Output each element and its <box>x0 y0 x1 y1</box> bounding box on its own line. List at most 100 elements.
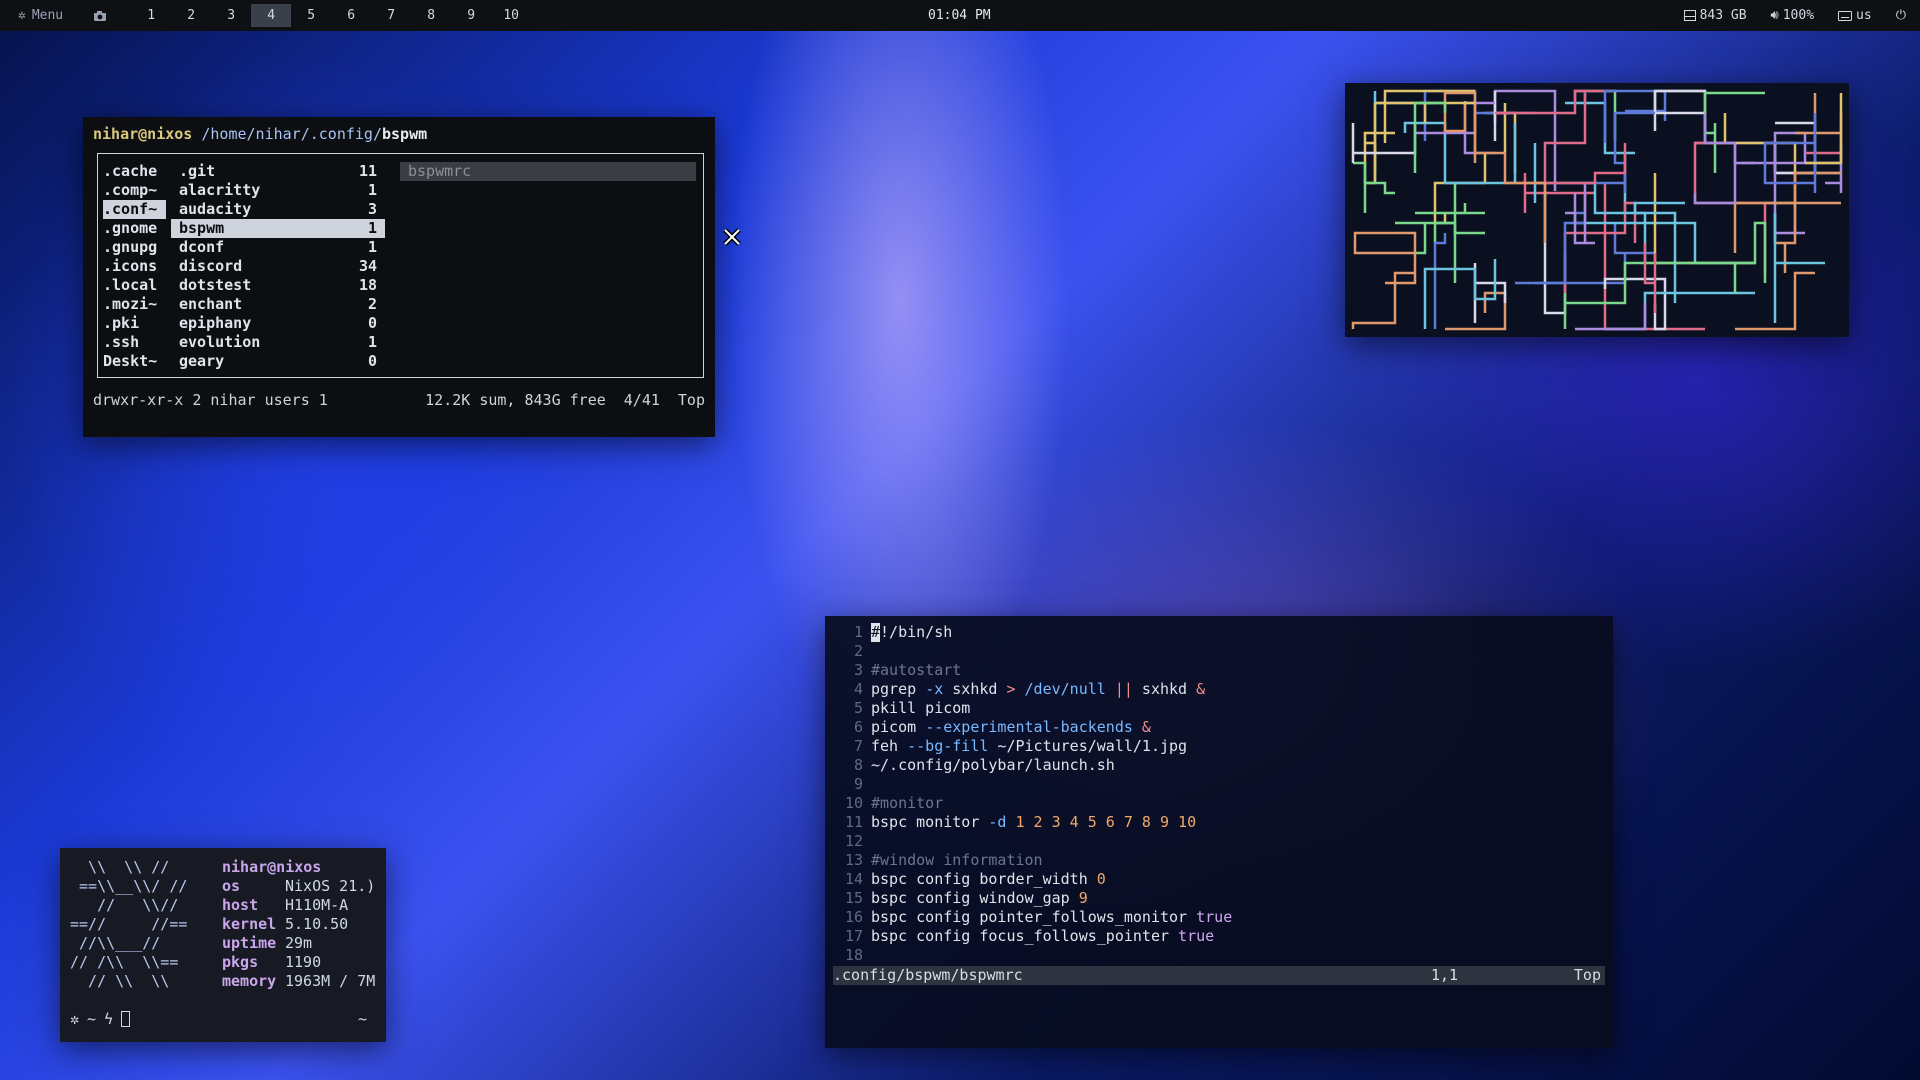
pipe-segment <box>1563 261 1735 329</box>
line-number: 4 <box>853 680 863 698</box>
pipe-segment <box>1573 89 1587 103</box>
info-row: host H110M-A <box>222 896 375 915</box>
pipes-terminal[interactable] <box>1345 83 1849 337</box>
code-token: ~/Pictures/wall/1.jpg <box>988 737 1188 755</box>
vim-editor[interactable]: 1 # !/bin/sh 2 3 #autostart 4 pgrep -x sxhkd > … <box>825 616 1613 1048</box>
lightning-icon: ϟ <box>104 1010 114 1028</box>
pipe-segment <box>1733 201 1841 253</box>
workspace-9[interactable]: 9 <box>451 4 491 27</box>
code-line: 8 ~/.config/polybar/launch.sh <box>837 756 1232 775</box>
dir-item[interactable]: alacritty 1 <box>171 181 385 200</box>
code-token: picom <box>871 718 926 736</box>
dir-item[interactable]: .git 11 <box>171 162 385 181</box>
pipe-segment <box>1805 113 1843 163</box>
dir-item[interactable]: epiphany 0 <box>171 314 385 333</box>
code-line: 2 <box>837 642 1232 661</box>
code-line: 14 bspc config border_width 0 <box>837 870 1232 889</box>
parent-dir-item[interactable]: .cache <box>103 162 166 181</box>
dir-item[interactable]: evolution 1 <box>171 333 385 352</box>
workspace-6[interactable]: 6 <box>331 4 371 27</box>
workspace-3[interactable]: 3 <box>211 4 251 27</box>
dir-item-count: 1 <box>367 333 377 351</box>
line-number: 3 <box>853 661 863 679</box>
pipe-segment <box>1741 143 1843 193</box>
workspace-1[interactable]: 1 <box>131 4 171 27</box>
pipe-segment <box>1575 303 1647 331</box>
info-value: 5.10.50 <box>285 915 349 933</box>
workspace-10[interactable]: 10 <box>491 4 531 27</box>
shell-prompt[interactable]: ✲ ~ ϟ <box>70 1010 131 1028</box>
parent-dir-item[interactable]: .icons <box>103 257 166 276</box>
pipe-segment <box>1375 101 1475 123</box>
gear-icon: ✲ <box>70 1010 80 1028</box>
preview-item[interactable]: bspwmrc <box>400 162 696 181</box>
dir-item[interactable]: enchant 2 <box>171 295 385 314</box>
vim-file-path: .config/bspwm/bspwmrc <box>833 966 1023 984</box>
keyboard-label: us <box>1856 8 1872 23</box>
workspace-2[interactable]: 2 <box>171 4 211 27</box>
top-bar: ✲ Menu 1 2 3 4 5 6 7 8 9 10 01:04 PM 843 GB 🔊︎ 10… <box>0 0 1920 31</box>
current-column: .git 11 alacritty 1 audacity 3 bspwm 1 dconf 1 dis… <box>171 162 385 371</box>
pipe-segment <box>1515 143 1627 185</box>
dir-item[interactable]: dotstest 18 <box>171 276 385 295</box>
pipe-segment <box>1653 173 1755 265</box>
info-key: uptime <box>222 934 277 952</box>
dir-item[interactable]: audacity 3 <box>171 200 385 219</box>
parent-dir-item[interactable]: .conf~ <box>103 200 166 219</box>
workspace-7[interactable]: 7 <box>371 4 411 27</box>
code-token: 0 <box>1096 870 1106 888</box>
info-value: H110M-A <box>285 896 349 914</box>
line-number: 1 <box>853 623 863 641</box>
ranger-current-dir: bspwm <box>382 125 428 143</box>
parent-dir-item[interactable]: .pki <box>103 314 166 333</box>
dir-item[interactable]: geary 0 <box>171 352 385 371</box>
parent-dir-item[interactable]: .ssh <box>103 333 166 352</box>
menu-button[interactable]: ✲ Menu <box>18 0 63 31</box>
fetch-terminal[interactable]: \\ \\ // ==\\__\\/ // // \\// ==// //== … <box>60 848 386 1042</box>
dir-item-count: 18 <box>358 276 377 294</box>
line-number: 8 <box>853 756 863 774</box>
info-key: host <box>222 896 259 914</box>
ranger-window[interactable]: nihar@nixos /home/nihar/.config/bspwm .c… <box>83 117 715 437</box>
pipe-segment <box>1575 89 1617 141</box>
code-token: bspc config focus_follows_pointer <box>871 927 1179 945</box>
code-line: 12 <box>837 832 1232 851</box>
parent-dir-item[interactable]: .mozi~ <box>103 295 166 314</box>
parent-dir-item[interactable]: .local <box>103 276 166 295</box>
parent-dir-item[interactable]: .comp~ <box>103 181 166 200</box>
code-buffer[interactable]: 1 # !/bin/sh 2 3 #autostart 4 pgrep -x sxhkd > … <box>837 623 1232 965</box>
code-token: true <box>1196 908 1233 926</box>
code-line: 1 # !/bin/sh <box>837 623 1232 642</box>
dir-item[interactable]: bspwm 1 <box>171 219 385 238</box>
parent-dir-item[interactable]: .gnome <box>103 219 166 238</box>
volume-status[interactable]: 🔊︎ 100% <box>1771 8 1815 23</box>
code-token: bspc monitor <box>871 813 989 831</box>
pipe-segment <box>1573 213 1755 265</box>
workspace-8[interactable]: 8 <box>411 4 451 27</box>
prompt-right: ~ <box>358 1010 368 1028</box>
dir-item[interactable]: discord 34 <box>171 257 385 276</box>
info-value: 1963M / 7M <box>285 972 376 990</box>
line-number: 7 <box>853 737 863 755</box>
line-number: 17 <box>844 927 863 945</box>
parent-dir-item[interactable]: .gnupg <box>103 238 166 257</box>
line-number: 15 <box>844 889 863 907</box>
pipe-segment <box>1733 221 1767 293</box>
info-row: memory 1963M / 7M <box>222 972 375 991</box>
camera-icon[interactable] <box>93 0 109 31</box>
code-token: & <box>1196 680 1206 698</box>
dir-item[interactable]: dconf 1 <box>171 238 385 257</box>
fetch-user: nihar@nixos <box>222 858 322 876</box>
dir-item-name: enchant <box>179 295 243 313</box>
dir-item-name: epiphany <box>179 314 252 332</box>
workspace-5[interactable]: 5 <box>291 4 331 27</box>
keyboard-layout[interactable]: us <box>1838 8 1872 23</box>
info-row: pkgs 1190 <box>222 953 375 972</box>
workspace-4[interactable]: 4 <box>251 4 292 27</box>
code-token: --experimental-backends <box>925 718 1133 736</box>
line-number: 16 <box>844 908 863 926</box>
dir-item-count: 0 <box>367 352 377 370</box>
power-icon[interactable]: ⏻ <box>1896 8 1906 23</box>
gear-icon: ✲ <box>18 8 26 23</box>
parent-dir-item[interactable]: Deskt~ <box>103 352 166 371</box>
